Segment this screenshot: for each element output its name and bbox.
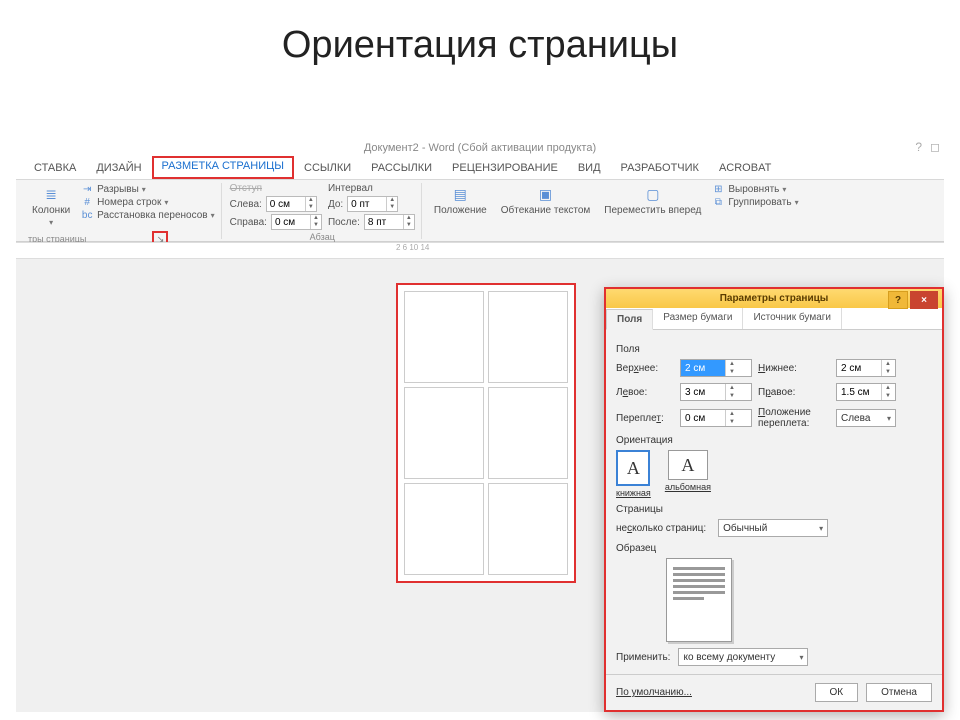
page-thumb[interactable] xyxy=(488,387,568,479)
multipage-combo[interactable]: Обычный▾ xyxy=(718,519,828,537)
ribbon: ≣ Колонки ▾ ⇥Разрывы▾ #Номера строк▾ bcР… xyxy=(16,180,944,242)
columns-button[interactable]: ≣ Колонки ▾ xyxy=(28,183,74,229)
left-indent-input[interactable]: ▲▼ xyxy=(266,196,317,212)
section-pages: Страницы xyxy=(616,504,932,515)
breaks-icon: ⇥ xyxy=(80,183,94,195)
group-paragraph-label: Абзац xyxy=(230,230,415,242)
tab-developer[interactable]: РАЗРАБОТЧИК xyxy=(611,158,709,179)
position-icon: ▤ xyxy=(451,185,469,203)
top-margin-label: Верхнее: xyxy=(616,363,674,374)
line-numbers-button[interactable]: #Номера строк▾ xyxy=(80,196,214,208)
spacing-title: Интервал xyxy=(328,183,415,194)
ok-button[interactable]: ОК xyxy=(815,683,859,702)
cancel-button[interactable]: Отмена xyxy=(866,683,932,702)
apply-to-label: Применить: xyxy=(616,652,670,663)
dialog-tab-source[interactable]: Источник бумаги xyxy=(743,308,842,329)
multipage-label: несколько страниц: xyxy=(616,523,706,534)
orientation-landscape[interactable]: A альбомная xyxy=(665,450,711,498)
document-area: 2 6 10 14 Параметры страницы ? × Поля Ра… xyxy=(16,242,944,712)
orientation-portrait[interactable]: A книжная xyxy=(616,450,651,498)
dialog-close-button[interactable]: × xyxy=(910,291,938,309)
page-thumbnails xyxy=(396,283,576,583)
ruler: 2 6 10 14 xyxy=(16,243,944,259)
top-margin-input[interactable]: ▲▼ xyxy=(680,359,752,377)
left-indent-label: Слева: xyxy=(230,199,262,210)
tab-mailings[interactable]: РАССЫЛКИ xyxy=(361,158,442,179)
dialog-title: Параметры страницы xyxy=(720,293,829,304)
page-thumb[interactable] xyxy=(404,387,484,479)
tab-references[interactable]: ССЫЛКИ xyxy=(294,158,361,179)
spacing-after-input[interactable]: ▲▼ xyxy=(364,214,415,230)
dialog-tab-margins[interactable]: Поля xyxy=(606,309,653,330)
tab-acrobat[interactable]: ACROBAT xyxy=(709,158,781,179)
left-margin-input[interactable]: ▲▼ xyxy=(680,383,752,401)
landscape-icon: A xyxy=(668,450,708,480)
linenum-icon: # xyxy=(80,196,94,208)
word-window: Документ2 - Word (Сбой активации продукт… xyxy=(16,138,944,712)
help-icon[interactable]: ? xyxy=(915,140,922,154)
apply-to-combo[interactable]: ко всему документу▾ xyxy=(678,648,808,666)
section-preview: Образец xyxy=(616,543,932,554)
right-indent-label: Справа: xyxy=(230,217,267,228)
before-label: До: xyxy=(328,199,343,210)
page-thumb[interactable] xyxy=(404,483,484,575)
group-icon: ⧉ xyxy=(711,196,725,208)
page-thumb[interactable] xyxy=(404,291,484,383)
chevron-down-icon: ▾ xyxy=(49,218,53,227)
tab-page-layout[interactable]: РАЗМЕТКА СТРАНИЦЫ xyxy=(152,156,294,179)
dialog-help-button[interactable]: ? xyxy=(888,291,908,309)
dialog-tabs: Поля Размер бумаги Источник бумаги xyxy=(606,308,942,330)
group-button[interactable]: ⧉Группировать▾ xyxy=(711,196,798,208)
wrap-text-button[interactable]: ▣Обтекание текстом xyxy=(497,183,595,218)
align-button[interactable]: ⊞Выровнять▾ xyxy=(711,183,798,195)
dialog-tab-paper[interactable]: Размер бумаги xyxy=(653,308,743,329)
position-button[interactable]: ▤Положение xyxy=(430,183,491,218)
gutter-label: Переплет: xyxy=(616,413,674,424)
gutter-pos-combo[interactable]: Слева▾ xyxy=(836,409,896,427)
tab-review[interactable]: РЕЦЕНЗИРОВАНИЕ xyxy=(442,158,568,179)
columns-icon: ≣ xyxy=(42,185,60,203)
right-margin-label: Правое: xyxy=(758,387,830,398)
left-margin-label: Левое: xyxy=(616,387,674,398)
slide-title: Ориентация страницы xyxy=(0,0,960,77)
page-setup-dialog: Параметры страницы ? × Поля Размер бумаг… xyxy=(604,287,944,712)
after-label: После: xyxy=(328,217,360,228)
tab-insert[interactable]: СТАВКА xyxy=(24,158,86,179)
forward-icon: ▢ xyxy=(644,185,662,203)
bottom-margin-label: Нижнее: xyxy=(758,363,830,374)
page-thumb[interactable] xyxy=(488,291,568,383)
bring-forward-button[interactable]: ▢Переместить вперед xyxy=(600,183,705,218)
bottom-margin-input[interactable]: ▲▼ xyxy=(836,359,896,377)
wrap-icon: ▣ xyxy=(537,185,555,203)
indent-title: Отступ xyxy=(230,183,322,194)
ribbon-tabs: СТАВКА ДИЗАЙН РАЗМЕТКА СТРАНИЦЫ ССЫЛКИ Р… xyxy=(16,158,944,180)
align-icon: ⊞ xyxy=(711,183,725,195)
titlebar-text: Документ2 - Word (Сбой активации продукт… xyxy=(364,142,596,154)
window-restore-icon[interactable]: ◻ xyxy=(930,140,940,154)
section-margins: Поля xyxy=(616,344,932,355)
columns-label: Колонки xyxy=(32,205,70,216)
portrait-icon: A xyxy=(616,450,650,486)
breaks-button[interactable]: ⇥Разрывы▾ xyxy=(80,183,214,195)
gutter-pos-label: Положение переплета: xyxy=(758,407,830,429)
default-button[interactable]: По умолчанию... xyxy=(616,687,692,698)
gutter-input[interactable]: ▲▼ xyxy=(680,409,752,427)
tab-view[interactable]: ВИД xyxy=(568,158,611,179)
spacing-before-input[interactable]: ▲▼ xyxy=(347,196,398,212)
right-indent-input[interactable]: ▲▼ xyxy=(271,214,322,230)
section-orientation: Ориентация xyxy=(616,435,932,446)
tab-design[interactable]: ДИЗАЙН xyxy=(86,158,151,179)
page-thumb[interactable] xyxy=(488,483,568,575)
hyphen-icon: bc xyxy=(80,209,94,221)
titlebar: Документ2 - Word (Сбой активации продукт… xyxy=(16,138,944,158)
preview-thumbnail xyxy=(666,558,732,642)
dialog-titlebar: Параметры страницы ? × xyxy=(606,289,942,308)
hyphenation-button[interactable]: bcРасстановка переносов▾ xyxy=(80,209,214,221)
right-margin-input[interactable]: ▲▼ xyxy=(836,383,896,401)
